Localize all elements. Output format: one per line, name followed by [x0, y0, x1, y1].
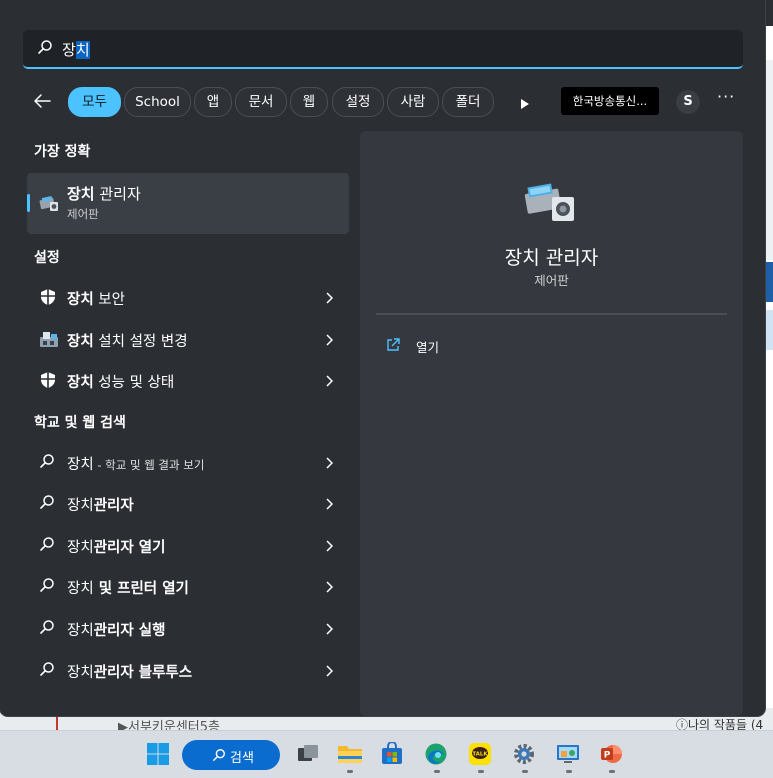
chevron-right-icon: [325, 662, 334, 681]
web-search-heading: 학교 및 웹 검색: [34, 415, 126, 431]
file-explorer-icon[interactable]: [337, 742, 363, 768]
settings-gear-icon[interactable]: [512, 742, 538, 768]
web-search-label: 장치관리자 열기: [67, 540, 166, 556]
running-indicator: [434, 770, 440, 773]
settings-item-label: 장치 설치 설정 변경: [67, 334, 188, 350]
web-search-label: 장치관리자: [67, 498, 134, 514]
svg-text:P: P: [604, 751, 611, 761]
search-icon: [212, 748, 226, 766]
chevron-right-icon: [325, 537, 334, 556]
kakaotalk-icon[interactable]: TALK: [468, 742, 494, 768]
shield-icon: [39, 288, 57, 310]
store-icon[interactable]: [380, 741, 406, 768]
search-icon: [39, 494, 55, 514]
settings-item-label: 장치 보안: [67, 292, 125, 308]
best-match-title: 장치 관리자: [67, 185, 141, 203]
settings-item-device-health[interactable]: 장치 성능 및 상태: [27, 362, 349, 398]
web-search-label: 장치 - 학교 및 웹 결과 보기: [67, 457, 205, 473]
search-icon: [39, 577, 55, 597]
selection-indicator: [27, 194, 30, 212]
filter-apps[interactable]: 앱: [194, 87, 232, 117]
filter-documents[interactable]: 문서: [235, 87, 287, 117]
filter-people[interactable]: 사람: [387, 87, 439, 117]
filter-folders[interactable]: 폴더: [442, 87, 494, 117]
chevron-right-icon: [325, 620, 334, 639]
chevron-right-icon: [325, 289, 334, 308]
web-search-label: 장치관리자 실행: [67, 623, 166, 639]
search-icon: [39, 661, 55, 681]
device-manager-icon: [522, 177, 578, 229]
svg-text:TALK: TALK: [472, 751, 488, 757]
web-search-item[interactable]: 장치관리자 실행: [27, 610, 349, 646]
back-arrow-icon[interactable]: [33, 93, 51, 113]
start-search-panel: 장치 모두 School 앱 문서 웹 설정 사람 폴더 한국방송통신... S…: [0, 0, 765, 716]
powerpoint-icon[interactable]: P: [599, 742, 625, 768]
settings-item-label: 장치 성능 및 상태: [67, 375, 175, 391]
device-install-icon: [39, 330, 59, 352]
chevron-right-icon: [325, 331, 334, 350]
web-search-label: 장치 및 프린터 열기: [67, 581, 189, 597]
running-indicator: [566, 770, 572, 773]
device-manager-icon: [38, 193, 60, 217]
organization-chip[interactable]: 한국방송통신...: [561, 87, 659, 115]
task-view-icon[interactable]: [296, 742, 322, 768]
search-query: 장치: [62, 41, 90, 59]
web-search-item[interactable]: 장치 및 프린터 열기: [27, 568, 349, 604]
search-icon: [37, 39, 53, 59]
running-indicator: [478, 770, 484, 773]
best-match-device-manager[interactable]: 장치 관리자 제어판: [27, 173, 349, 234]
open-external-icon: [386, 337, 400, 356]
web-search-item[interactable]: 장치관리자: [27, 485, 349, 521]
preview-title: 장치 관리자: [504, 247, 599, 269]
chevron-right-icon: [325, 372, 334, 391]
taskbar-search-label: 검색: [230, 751, 254, 766]
filter-web[interactable]: 웹: [290, 87, 328, 117]
search-icon: [39, 619, 55, 639]
best-match-heading: 가장 정확: [34, 144, 91, 160]
preview-pane: 장치 관리자 제어판 열기: [360, 131, 743, 716]
search-icon: [39, 536, 55, 556]
shield-icon: [39, 371, 57, 393]
web-search-label: 장치관리자 블루투스: [67, 665, 193, 681]
chevron-right-icon: [325, 578, 334, 597]
search-icon: [39, 453, 55, 473]
web-search-item[interactable]: 장치 - 학교 및 웹 결과 보기: [27, 444, 349, 480]
taskbar-search-button[interactable]: 검색: [182, 740, 280, 770]
running-indicator: [347, 770, 353, 773]
settings-item-device-install[interactable]: 장치 설치 설정 변경: [27, 321, 349, 357]
filter-settings[interactable]: 설정: [332, 87, 384, 117]
windows-start-icon[interactable]: [146, 742, 172, 768]
settings-heading: 설정: [34, 250, 60, 266]
chevron-right-icon: [325, 454, 334, 473]
chevron-right-icon: [325, 495, 334, 514]
best-match-subtitle: 제어판: [67, 207, 99, 221]
preview-subtitle: 제어판: [534, 273, 569, 288]
web-search-item[interactable]: 장치관리자 블루투스: [27, 652, 349, 688]
control-panel-icon[interactable]: [555, 742, 581, 768]
taskbar: 검색 TALK P: [0, 730, 773, 778]
running-indicator: [609, 770, 615, 773]
divider: [376, 313, 727, 315]
more-filters-play-icon[interactable]: [520, 95, 530, 114]
running-indicator: [522, 770, 528, 773]
search-input[interactable]: 장치: [23, 30, 743, 69]
open-action-label: 열기: [416, 340, 440, 355]
filter-all[interactable]: 모두: [68, 87, 121, 117]
more-options-button[interactable]: ···: [717, 87, 735, 106]
web-search-item[interactable]: 장치관리자 열기: [27, 527, 349, 563]
settings-item-device-security[interactable]: 장치 보안: [27, 279, 349, 315]
edge-browser-icon[interactable]: [424, 742, 450, 768]
filter-school[interactable]: School: [124, 87, 191, 117]
avatar[interactable]: S: [676, 90, 700, 114]
open-action[interactable]: 열기: [386, 335, 586, 357]
